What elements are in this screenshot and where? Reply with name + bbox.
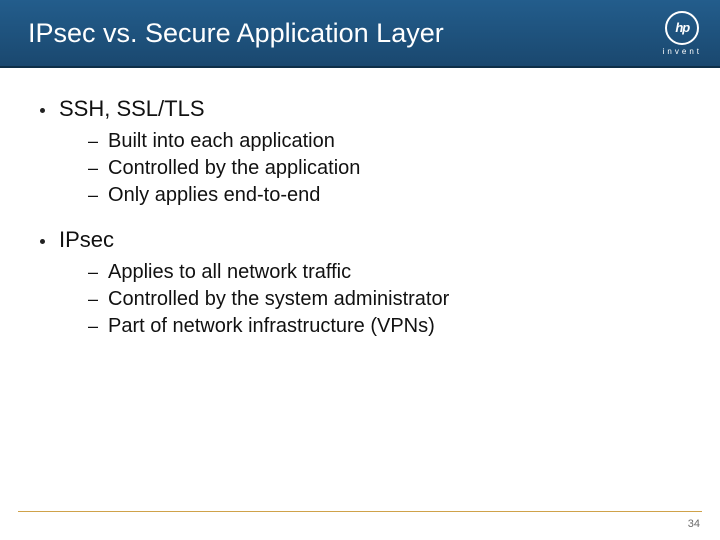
sub-bullet-text: Controlled by the application: [108, 155, 360, 182]
hp-logo-subtext: invent: [663, 47, 702, 56]
dash-icon: –: [88, 129, 98, 153]
hp-logo-mark: hp: [675, 20, 689, 35]
page-number: 34: [688, 518, 700, 530]
title-bar: IPsec vs. Secure Application Layer hp in…: [0, 0, 720, 68]
slide-content: SSH, SSL/TLS – Built into each applicati…: [0, 68, 720, 340]
sub-bullet-text: Controlled by the system administrator: [108, 286, 449, 313]
dash-icon: –: [88, 260, 98, 284]
bullet-dot-icon: [40, 239, 45, 244]
sub-bullet-text: Built into each application: [108, 128, 335, 155]
footer-divider: [18, 511, 702, 512]
bullet-label: IPsec: [59, 227, 114, 253]
sub-bullet-text: Applies to all network traffic: [108, 259, 351, 286]
sub-bullet-item: – Controlled by the system administrator: [88, 286, 680, 313]
sub-bullet-item: – Part of network infrastructure (VPNs): [88, 313, 680, 340]
sub-bullet-text: Only applies end-to-end: [108, 182, 320, 209]
dash-icon: –: [88, 287, 98, 311]
sub-bullet-list: – Applies to all network traffic – Contr…: [88, 259, 680, 340]
sub-bullet-item: – Only applies end-to-end: [88, 182, 680, 209]
hp-logo-icon: hp invent: [663, 11, 702, 56]
sub-bullet-item: – Controlled by the application: [88, 155, 680, 182]
bullet-dot-icon: [40, 108, 45, 113]
sub-bullet-text: Part of network infrastructure (VPNs): [108, 313, 435, 340]
sub-bullet-list: – Built into each application – Controll…: [88, 128, 680, 209]
sub-bullet-item: – Built into each application: [88, 128, 680, 155]
dash-icon: –: [88, 183, 98, 207]
bullet-label: SSH, SSL/TLS: [59, 96, 205, 122]
sub-bullet-item: – Applies to all network traffic: [88, 259, 680, 286]
dash-icon: –: [88, 156, 98, 180]
slide-title: IPsec vs. Secure Application Layer: [28, 18, 444, 49]
dash-icon: –: [88, 314, 98, 338]
bullet-item: SSH, SSL/TLS: [40, 96, 680, 122]
bullet-item: IPsec: [40, 227, 680, 253]
